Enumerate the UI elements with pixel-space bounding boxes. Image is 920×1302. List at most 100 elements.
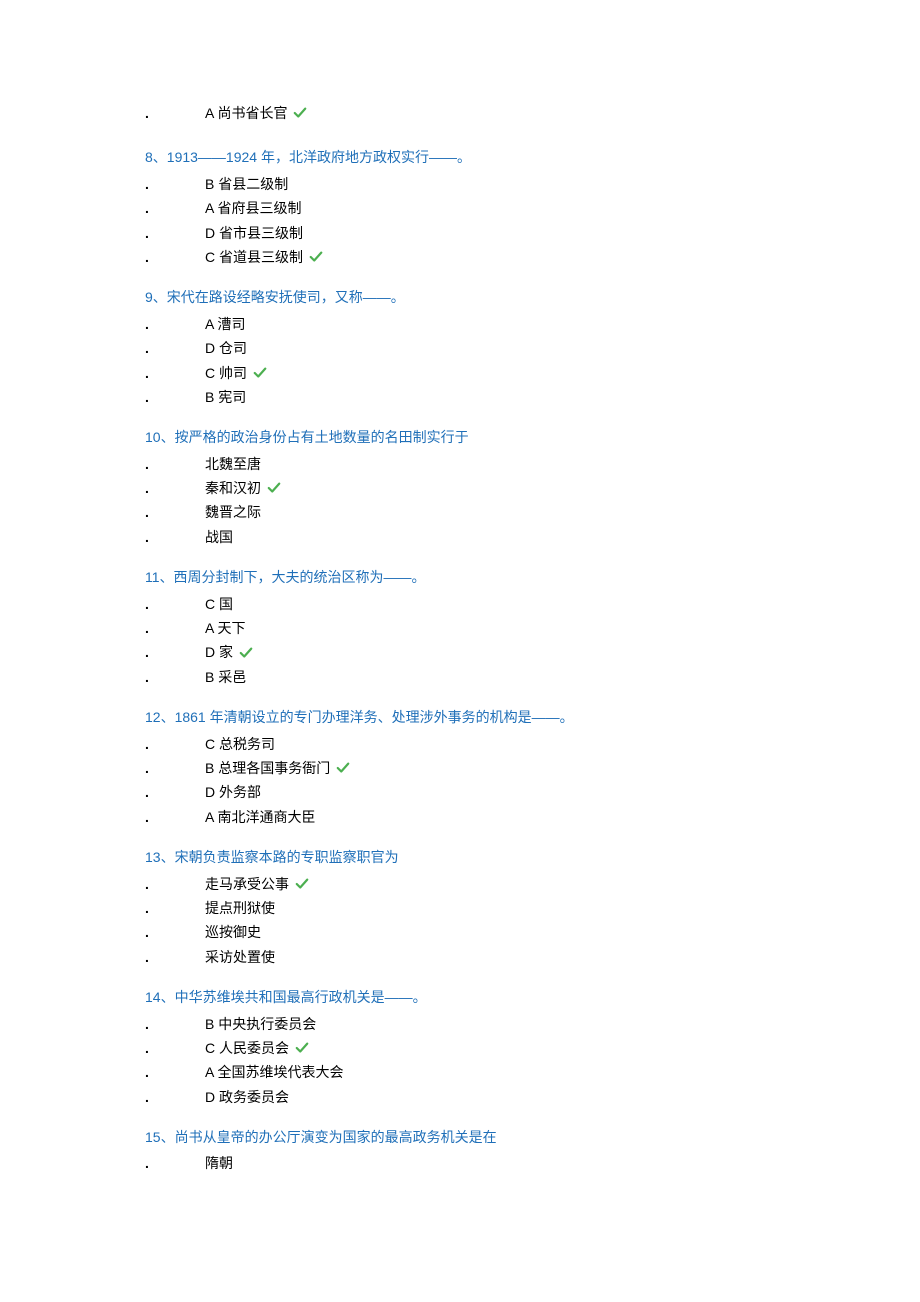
question-title: 11、西周分封制下，大夫的统治区称为——。 — [145, 566, 775, 588]
bullet-dot: . — [145, 337, 205, 359]
bullet-dot: . — [145, 477, 205, 499]
bullet-dot: . — [145, 173, 205, 195]
bullet-dot: . — [145, 362, 205, 384]
answer-text: A 天下 — [205, 617, 245, 639]
question-title: 12、1861 年清朝设立的专门办理洋务、处理涉外事务的机构是——。 — [145, 706, 775, 728]
answer-line: .D 政务委员会 — [145, 1086, 775, 1108]
question-title: 9、宋代在路设经略安抚使司，又称——。 — [145, 286, 775, 308]
bullet-dot: . — [145, 1037, 205, 1059]
bullet-dot: . — [145, 453, 205, 475]
bullet-dot: . — [145, 246, 205, 268]
answer-line: .走马承受公事 — [145, 873, 775, 895]
answer-text: C 总税务司 — [205, 733, 275, 755]
answer-text: 战国 — [205, 526, 233, 548]
answer-text: B 采邑 — [205, 666, 246, 688]
answer-text: C 省道县三级制 — [205, 246, 303, 268]
answer-line: .A 全国苏维埃代表大会 — [145, 1061, 775, 1083]
bullet-dot: . — [145, 921, 205, 943]
question-title: 15、尚书从皇帝的办公厅演变为国家的最高政务机关是在 — [145, 1126, 775, 1148]
bullet-dot: . — [145, 617, 205, 639]
bullet-dot: . — [145, 781, 205, 803]
answer-line: .C 总税务司 — [145, 733, 775, 755]
answer-line: .A 漕司 — [145, 313, 775, 335]
answer-text: D 政务委员会 — [205, 1086, 289, 1108]
answer-text: C 国 — [205, 593, 233, 615]
answer-text: B 省县二级制 — [205, 173, 288, 195]
question-title: 8、1913——1924 年，北洋政府地方政权实行——。 — [145, 146, 775, 168]
answer-line: .D 省市县三级制 — [145, 222, 775, 244]
bullet-dot: . — [145, 526, 205, 548]
answer-line: .D 仓司 — [145, 337, 775, 359]
bullet-dot: . — [145, 1013, 205, 1035]
checkmark-icon — [295, 877, 309, 891]
answer-line: .C 省道县三级制 — [145, 246, 775, 268]
answer-line: .D 外务部 — [145, 781, 775, 803]
answer-line: .A 南北洋通商大臣 — [145, 806, 775, 828]
bullet-dot: . — [145, 897, 205, 919]
answer-text: C 人民委员会 — [205, 1037, 289, 1059]
answer-line: .巡按御史 — [145, 921, 775, 943]
answer-text: D 省市县三级制 — [205, 222, 303, 244]
answer-line: .北魏至唐 — [145, 453, 775, 475]
bullet-dot: . — [145, 806, 205, 828]
checkmark-icon — [253, 366, 267, 380]
answer-line: .提点刑狱使 — [145, 897, 775, 919]
bullet-dot: . — [145, 757, 205, 779]
bullet-dot: . — [145, 313, 205, 335]
bullet-dot: . — [145, 1061, 205, 1083]
answer-line: .B 采邑 — [145, 666, 775, 688]
answer-line: .B 中央执行委员会 — [145, 1013, 775, 1035]
answer-line: .B 省县二级制 — [145, 173, 775, 195]
answer-line: .A 天下 — [145, 617, 775, 639]
checkmark-icon — [293, 106, 307, 120]
answer-text: B 总理各国事务衙门 — [205, 757, 330, 779]
answer-line: .B 宪司 — [145, 386, 775, 408]
answer-text: 北魏至唐 — [205, 453, 261, 475]
answer-line: .战国 — [145, 526, 775, 548]
answer-text: B 中央执行委员会 — [205, 1013, 316, 1035]
bullet-dot: . — [145, 197, 205, 219]
answer-line: .A 省府县三级制 — [145, 197, 775, 219]
answer-line: .B 总理各国事务衙门 — [145, 757, 775, 779]
bullet-dot: . — [145, 501, 205, 523]
question-title: 10、按严格的政治身份占有土地数量的名田制实行于 — [145, 426, 775, 448]
answer-text: 巡按御史 — [205, 921, 261, 943]
checkmark-icon — [239, 646, 253, 660]
answer-text: C 帅司 — [205, 362, 247, 384]
answer-text: 秦和汉初 — [205, 477, 261, 499]
answer-text: A 省府县三级制 — [205, 197, 301, 219]
answer-line: .C 国 — [145, 593, 775, 615]
answer-text: 采访处置使 — [205, 946, 275, 968]
bullet-dot: . — [145, 222, 205, 244]
answer-text: D 仓司 — [205, 337, 247, 359]
answer-text: D 外务部 — [205, 781, 261, 803]
bullet-dot: . — [145, 873, 205, 895]
answer-text: 走马承受公事 — [205, 873, 289, 895]
question-title: 14、中华苏维埃共和国最高行政机关是——。 — [145, 986, 775, 1008]
answer-line: .C 人民委员会 — [145, 1037, 775, 1059]
answer-line: .魏晋之际 — [145, 501, 775, 523]
answer-line: .秦和汉初 — [145, 477, 775, 499]
bullet-dot: . — [145, 733, 205, 755]
answer-text: A 尚书省长官 — [205, 102, 287, 124]
bullet-dot: . — [145, 666, 205, 688]
question-title: 13、宋朝负责监察本路的专职监察职官为 — [145, 846, 775, 868]
answer-text: 魏晋之际 — [205, 501, 261, 523]
answer-line: .C 帅司 — [145, 362, 775, 384]
answer-line: .D 家 — [145, 641, 775, 663]
bullet-dot: . — [145, 641, 205, 663]
checkmark-icon — [295, 1041, 309, 1055]
answer-text: B 宪司 — [205, 386, 246, 408]
answer-line: .隋朝 — [145, 1152, 775, 1174]
answer-text: A 全国苏维埃代表大会 — [205, 1061, 343, 1083]
bullet-dot: . — [145, 593, 205, 615]
bullet-dot: . — [145, 1152, 205, 1174]
answer-text: 提点刑狱使 — [205, 897, 275, 919]
answer-text: A 漕司 — [205, 313, 245, 335]
checkmark-icon — [336, 761, 350, 775]
bullet-dot: . — [145, 386, 205, 408]
checkmark-icon — [309, 250, 323, 264]
answer-text: D 家 — [205, 641, 233, 663]
bullet-dot: . — [145, 1086, 205, 1108]
answer-line: . A 尚书省长官 — [145, 102, 775, 124]
